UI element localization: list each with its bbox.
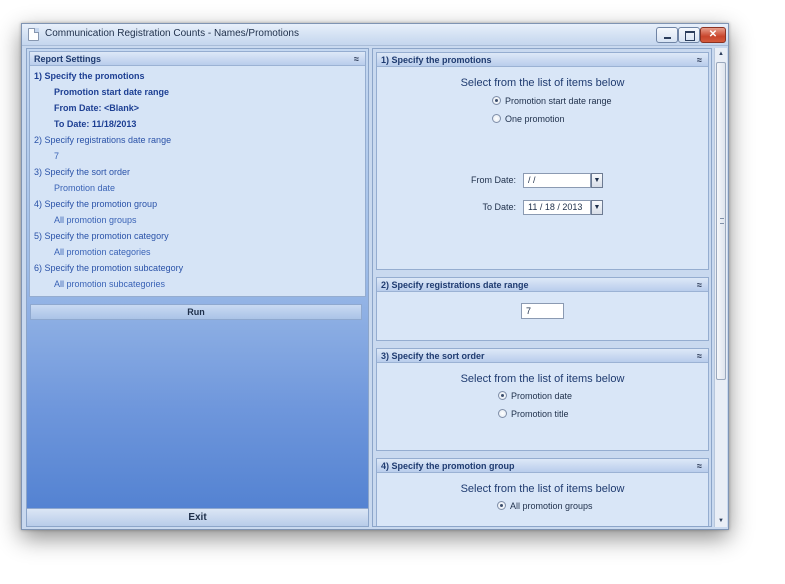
instruction-text: Select from the list of items below bbox=[460, 77, 625, 89]
section-promotion-group-header[interactable]: 4) Specify the promotion group ≈ bbox=[377, 459, 708, 473]
settings-step-value[interactable]: All promotion subcategories bbox=[30, 276, 365, 292]
from-date-input[interactable]: / / bbox=[523, 173, 591, 188]
radio-one-promotion[interactable]: One promotion bbox=[492, 110, 708, 128]
settings-step-link[interactable]: 6) Specify the promotion subcategory bbox=[30, 260, 365, 276]
settings-step-link[interactable]: 5) Specify the promotion category bbox=[30, 228, 365, 244]
settings-step-value[interactable]: All promotion groups bbox=[30, 212, 365, 228]
radio-label: Promotion title bbox=[511, 409, 569, 419]
exit-button[interactable]: Exit bbox=[27, 508, 368, 526]
minimize-button[interactable] bbox=[656, 27, 678, 43]
collapse-icon[interactable]: ≈ bbox=[354, 52, 359, 66]
collapse-icon[interactable]: ≈ bbox=[697, 349, 702, 363]
report-settings-header[interactable]: Report Settings ≈ bbox=[30, 52, 365, 66]
left-pane: Report Settings ≈ 1) Specify the promoti… bbox=[26, 48, 369, 527]
scroll-down-arrow-icon[interactable]: ▼ bbox=[715, 515, 727, 527]
settings-step-value[interactable]: All promotion categories bbox=[30, 244, 365, 260]
scroll-up-arrow-icon[interactable]: ▲ bbox=[715, 48, 727, 60]
to-date-label: To Date: bbox=[482, 202, 516, 212]
section-promotion-group: 4) Specify the promotion group ≈ Select … bbox=[376, 458, 709, 526]
section-registrations: 2) Specify registrations date range ≈ 7 bbox=[376, 277, 709, 341]
report-settings-title: Report Settings bbox=[34, 54, 102, 64]
radio-all-promotion-groups[interactable]: All promotion groups bbox=[497, 497, 708, 515]
radio-unselected-icon[interactable] bbox=[498, 409, 507, 418]
document-icon bbox=[28, 28, 39, 41]
vertical-scrollbar[interactable]: ▲ ▼ bbox=[714, 48, 727, 527]
settings-step-value[interactable]: 7 bbox=[30, 148, 365, 164]
settings-step-value[interactable]: Promotion date bbox=[30, 180, 365, 196]
collapse-icon[interactable]: ≈ bbox=[697, 459, 702, 473]
radio-unselected-icon[interactable] bbox=[492, 114, 501, 123]
settings-step-value[interactable]: To Date: 11/18/2013 bbox=[30, 116, 365, 132]
right-pane: 1) Specify the promotions ≈ Select from … bbox=[372, 48, 712, 527]
from-date-label: From Date: bbox=[470, 175, 516, 185]
section-promotions: 1) Specify the promotions ≈ Select from … bbox=[376, 52, 709, 270]
radio-promotion-start-date-range[interactable]: Promotion start date range bbox=[492, 92, 708, 110]
section-sort-order: 3) Specify the sort order ≈ Select from … bbox=[376, 348, 709, 451]
settings-list: 1) Specify the promotions Promotion start… bbox=[30, 66, 365, 292]
settings-step-link[interactable]: 3) Specify the sort order bbox=[30, 164, 365, 180]
radio-label: Promotion start date range bbox=[505, 96, 612, 106]
radio-label: Promotion date bbox=[511, 391, 573, 401]
section-promotions-header[interactable]: 1) Specify the promotions ≈ bbox=[377, 53, 708, 67]
radio-promotion-title[interactable]: Promotion title bbox=[498, 405, 708, 423]
from-date-dropdown-button[interactable]: ▼ bbox=[591, 173, 603, 188]
run-button[interactable]: Run bbox=[30, 304, 362, 320]
collapse-icon[interactable]: ≈ bbox=[697, 53, 702, 67]
settings-step-value[interactable]: Promotion start date range bbox=[30, 84, 365, 100]
to-date-row: To Date: 11 / 18 / 2013 ▼ bbox=[377, 200, 708, 216]
section-sort-order-header[interactable]: 3) Specify the sort order ≈ bbox=[377, 349, 708, 363]
section-promotion-group-title: 4) Specify the promotion group bbox=[381, 461, 515, 471]
settings-step-link[interactable]: 1) Specify the promotions bbox=[30, 68, 365, 84]
instruction-text: Select from the list of items below bbox=[460, 483, 625, 495]
collapse-icon[interactable]: ≈ bbox=[697, 278, 702, 292]
section-sort-order-title: 3) Specify the sort order bbox=[381, 351, 485, 361]
radio-label: One promotion bbox=[505, 114, 565, 124]
radio-label: All promotion groups bbox=[510, 501, 593, 511]
app-window: Communication Registration Counts - Name… bbox=[21, 23, 729, 530]
title-bar: Communication Registration Counts - Name… bbox=[22, 24, 728, 46]
scroll-thumb[interactable] bbox=[716, 62, 726, 380]
section-registrations-title: 2) Specify registrations date range bbox=[381, 280, 529, 290]
section-registrations-header[interactable]: 2) Specify registrations date range ≈ bbox=[377, 278, 708, 292]
to-date-input[interactable]: 11 / 18 / 2013 bbox=[523, 200, 591, 215]
settings-step-link[interactable]: 2) Specify registrations date range bbox=[30, 132, 365, 148]
instruction-text: Select from the list of items below bbox=[460, 373, 625, 385]
registrations-days-input[interactable]: 7 bbox=[521, 303, 564, 319]
report-settings-panel: Report Settings ≈ 1) Specify the promoti… bbox=[29, 51, 366, 297]
grip-icon bbox=[720, 218, 724, 224]
settings-step-value[interactable]: From Date: <Blank> bbox=[30, 100, 365, 116]
radio-selected-icon[interactable] bbox=[497, 501, 506, 510]
close-button[interactable]: ✕ bbox=[700, 27, 726, 43]
radio-promotion-date[interactable]: Promotion date bbox=[498, 387, 708, 405]
from-date-row: From Date: / / ▼ bbox=[377, 173, 708, 189]
maximize-button[interactable] bbox=[678, 27, 700, 43]
radio-selected-icon[interactable] bbox=[492, 96, 501, 105]
window-title: Communication Registration Counts - Name… bbox=[45, 28, 299, 39]
settings-step-link[interactable]: 4) Specify the promotion group bbox=[30, 196, 365, 212]
section-promotions-title: 1) Specify the promotions bbox=[381, 55, 492, 65]
radio-selected-icon[interactable] bbox=[498, 391, 507, 400]
to-date-dropdown-button[interactable]: ▼ bbox=[591, 200, 603, 215]
